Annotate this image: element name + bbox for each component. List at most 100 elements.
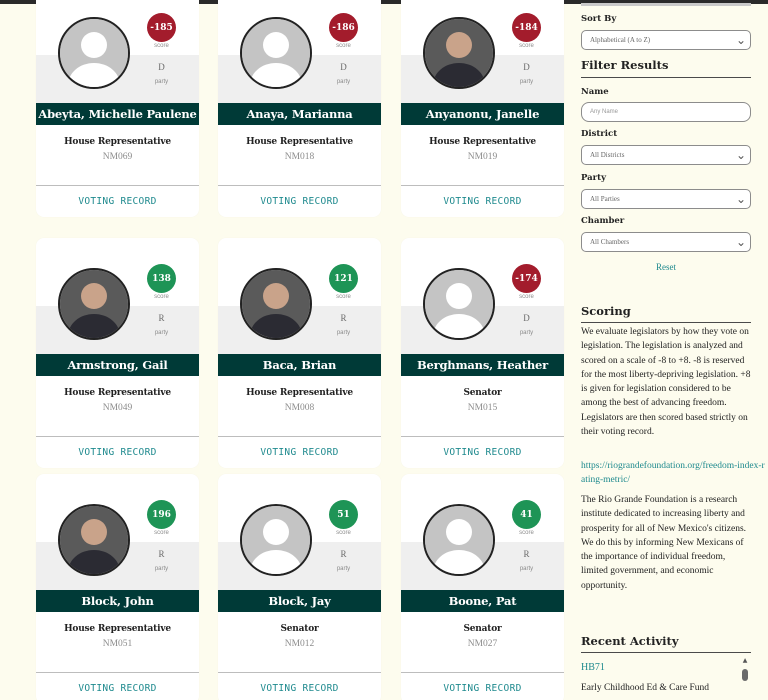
legislator-role: House Representative bbox=[64, 137, 171, 147]
legislator-district: NM015 bbox=[467, 403, 498, 413]
about-text: The Rio Grande Foundation is a research … bbox=[581, 495, 747, 591]
party-value: R bbox=[340, 313, 347, 323]
score-label: score bbox=[154, 43, 169, 49]
legislator-card: -185 score Dparty Abeyta, Michelle Paulene H… bbox=[36, 0, 199, 217]
activity-scrollbar[interactable]: ▲ bbox=[740, 657, 750, 687]
legislator-role: Senator bbox=[463, 624, 502, 634]
voting-record-link[interactable]: VOTING RECORD bbox=[36, 683, 199, 694]
voting-record-link[interactable]: VOTING RECORD bbox=[218, 447, 381, 458]
activity-bill-link[interactable]: HB71 bbox=[581, 662, 605, 673]
party-value: D bbox=[158, 62, 165, 72]
activity-bill-title: Early Childhood Ed & Care Fund bbox=[581, 683, 709, 693]
chevron-down-icon: ⌄ bbox=[735, 33, 746, 47]
legislator-district: NM012 bbox=[284, 639, 315, 649]
party-value: D bbox=[523, 62, 530, 72]
voting-record-link[interactable]: VOTING RECORD bbox=[36, 447, 199, 458]
party-label: party bbox=[154, 79, 169, 85]
party-label: party bbox=[154, 330, 169, 336]
score-badge: -184 bbox=[512, 13, 541, 42]
legislator-name: Block, John bbox=[36, 590, 199, 612]
avatar bbox=[58, 17, 130, 89]
legislator-name: Baca, Brian bbox=[218, 354, 381, 376]
district-select-value: All Districts bbox=[590, 151, 625, 159]
party-label: party bbox=[519, 566, 534, 572]
score-badge: -185 bbox=[147, 13, 176, 42]
card-divider bbox=[218, 672, 381, 673]
legislator-card: -186 score Dparty Anaya, Marianna House Repr… bbox=[218, 0, 381, 217]
party-value: D bbox=[340, 62, 347, 72]
legislator-role: House Representative bbox=[429, 137, 536, 147]
legislator-name: Boone, Pat bbox=[401, 590, 564, 612]
legislator-name: Block, Jay bbox=[218, 590, 381, 612]
name-label: Name bbox=[581, 87, 609, 97]
district-select[interactable]: All Districts ⌄ bbox=[581, 145, 751, 165]
district-label: District bbox=[581, 129, 618, 139]
party-label: party bbox=[519, 330, 534, 336]
card-divider bbox=[36, 436, 199, 437]
card-divider bbox=[218, 436, 381, 437]
card-divider bbox=[401, 185, 564, 186]
party-select[interactable]: All Parties ⌄ bbox=[581, 189, 751, 209]
sort-label: Sort By bbox=[581, 14, 617, 24]
party-label: Party bbox=[581, 173, 607, 183]
score-label: score bbox=[154, 530, 169, 536]
legislator-card: 138 score Rparty Armstrong, Gail House Repre… bbox=[36, 238, 199, 468]
name-input-placeholder: Any Name bbox=[590, 109, 619, 115]
score-badge: 51 bbox=[329, 500, 358, 529]
sort-select[interactable]: Alphabetical (A to Z) ⌄ bbox=[581, 30, 751, 50]
score-label: score bbox=[336, 294, 351, 300]
legislator-card: -184 score Dparty Anyanonu, Janelle House Re… bbox=[401, 0, 564, 217]
filter-heading-rule bbox=[581, 77, 751, 78]
party-value: D bbox=[523, 313, 530, 323]
score-label: score bbox=[519, 530, 534, 536]
legislator-role: House Representative bbox=[64, 388, 171, 398]
party-value: R bbox=[523, 549, 530, 559]
score-badge: 138 bbox=[147, 264, 176, 293]
chamber-select-value: All Chambers bbox=[590, 238, 630, 246]
score-badge: 121 bbox=[329, 264, 358, 293]
scrollbar-thumb[interactable] bbox=[742, 669, 748, 681]
score-label: score bbox=[336, 43, 351, 49]
party-label: party bbox=[336, 330, 351, 336]
voting-record-link[interactable]: VOTING RECORD bbox=[401, 447, 564, 458]
voting-record-link[interactable]: VOTING RECORD bbox=[218, 196, 381, 207]
chamber-label: Chamber bbox=[581, 216, 625, 226]
chevron-down-icon: ⌄ bbox=[735, 192, 746, 206]
recent-activity-rule bbox=[581, 652, 751, 653]
chevron-down-icon: ⌄ bbox=[735, 235, 746, 249]
reset-link[interactable]: Reset bbox=[581, 262, 751, 272]
card-divider bbox=[401, 672, 564, 673]
name-input[interactable]: Any Name bbox=[581, 102, 751, 122]
legislator-card: 196 score Rparty Block, John House Represent… bbox=[36, 474, 199, 700]
voting-record-link[interactable]: VOTING RECORD bbox=[218, 683, 381, 694]
score-badge: -174 bbox=[512, 264, 541, 293]
score-label: score bbox=[154, 294, 169, 300]
legislator-district: NM069 bbox=[102, 152, 133, 162]
scoring-link[interactable]: https://riograndefoundation.org/freedom-… bbox=[581, 459, 767, 488]
avatar bbox=[58, 504, 130, 576]
legislator-card: 51 score Rparty Block, Jay Senator NM012 VOTIN… bbox=[218, 474, 381, 700]
score-label: score bbox=[336, 530, 351, 536]
avatar bbox=[240, 17, 312, 89]
voting-record-link[interactable]: VOTING RECORD bbox=[401, 196, 564, 207]
scroll-up-arrow-icon[interactable]: ▲ bbox=[740, 657, 750, 665]
card-divider bbox=[36, 672, 199, 673]
chamber-select[interactable]: All Chambers ⌄ bbox=[581, 232, 751, 252]
legislator-district: NM051 bbox=[102, 639, 133, 649]
voting-record-link[interactable]: VOTING RECORD bbox=[401, 683, 564, 694]
legislator-role: House Representative bbox=[246, 388, 353, 398]
avatar bbox=[423, 17, 495, 89]
party-label: party bbox=[519, 79, 534, 85]
party-label: party bbox=[154, 566, 169, 572]
avatar bbox=[240, 268, 312, 340]
voting-record-link[interactable]: VOTING RECORD bbox=[36, 196, 199, 207]
party-value: R bbox=[340, 549, 347, 559]
legislator-district: NM027 bbox=[467, 639, 498, 649]
legislator-district: NM019 bbox=[467, 152, 498, 162]
legislator-card: -174 score Dparty Berghmans, Heather Senator… bbox=[401, 238, 564, 468]
legislator-district: NM049 bbox=[102, 403, 133, 413]
recent-activity-heading: Recent Activity bbox=[581, 634, 679, 648]
legislator-card: 41 score Rparty Boone, Pat Senator NM027 VOTIN… bbox=[401, 474, 564, 700]
card-divider bbox=[36, 185, 199, 186]
legislator-role: Senator bbox=[463, 388, 502, 398]
